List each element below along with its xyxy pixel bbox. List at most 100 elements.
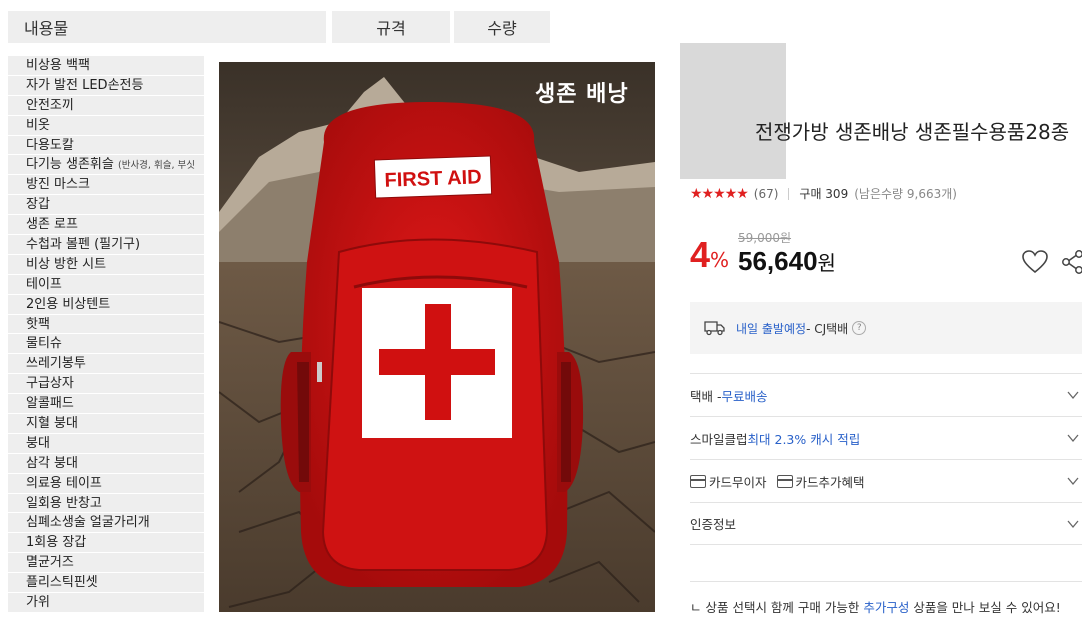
smileclub-label: 스마일클럽 <box>690 431 748 447</box>
list-item: 수첩과 볼펜 (필기구) <box>8 235 204 255</box>
table-header-content: 내용물 <box>8 11 326 43</box>
shipping-value: 무료배송 <box>721 388 768 404</box>
review-count[interactable]: (67) <box>754 187 779 201</box>
list-item: 붕대 <box>8 433 204 454</box>
list-item-sublabel: (반사경, 휘슬, 부싯 <box>118 160 195 172</box>
list-item: 쓰레기봉투 <box>8 354 204 375</box>
list-item-label: 다기능 생존휘슬 <box>26 157 114 173</box>
list-item-label: 2인용 비상텐트 <box>26 296 111 312</box>
list-item-label: 가위 <box>26 595 50 611</box>
list-item-label: 비옷 <box>26 117 50 133</box>
addon-suffix: 상품을 만나 보실 수 있어요! <box>909 600 1061 615</box>
delivery-carrier: - CJ택배 <box>806 321 849 336</box>
delivery-schedule: 내일 출발예정 <box>736 321 807 336</box>
list-item: 방진 마스크 <box>8 175 204 196</box>
shipping-label: 택배 - <box>690 388 722 404</box>
list-item-label: 물티슈 <box>26 336 62 352</box>
list-item-label: 핫팩 <box>26 316 50 332</box>
list-item-label: 수첩과 볼펜 (필기구) <box>26 237 141 253</box>
list-item-label: 방진 마스크 <box>26 177 90 193</box>
list-item-label: 쓰레기봉투 <box>26 356 86 372</box>
addon-prefix: ㄴ 상품 선택시 함께 구매 가능한 <box>690 600 864 615</box>
list-item: 지혈 붕대 <box>8 414 204 434</box>
list-item-label: 1회용 장갑 <box>26 535 87 551</box>
card-extra-benefit[interactable]: 카드추가혜택 <box>796 472 865 491</box>
delivery-info: 내일 출발예정 - CJ택배 ? <box>690 302 1082 354</box>
list-item: 생존 로프 <box>8 215 204 236</box>
sale-price-value: 56,640 <box>738 246 818 276</box>
list-item: 일회용 반창고 <box>8 493 204 514</box>
list-item-label: 심폐소생술 얼굴가리개 <box>26 515 150 531</box>
list-item: 핫팩 <box>8 314 204 335</box>
list-item-label: 붕대 <box>26 435 50 451</box>
list-item-label: 자가 발전 LED손전등 <box>26 77 144 93</box>
addon-notice: ㄴ 상품 선택시 함께 구매 가능한 추가구성 상품을 만나 보실 수 있어요! <box>690 597 1061 616</box>
list-item-label: 비상용 백팩 <box>26 58 90 73</box>
list-item: 물티슈 <box>8 334 204 355</box>
smileclub-row[interactable]: 스마일클럽 최대 2.3% 캐시 적립 <box>690 416 1082 459</box>
list-item: 구급상자 <box>8 374 204 395</box>
discount-rate: 4% <box>690 234 729 276</box>
certification-label: 인증정보 <box>690 517 737 532</box>
backpack-illustration: FIRST AID <box>219 62 655 612</box>
list-item: 심폐소생술 얼굴가리개 <box>8 513 204 534</box>
list-item: 안전조끼 <box>8 95 204 116</box>
list-item-label: 다용도칼 <box>26 137 74 153</box>
list-item-label: 삼각 붕대 <box>26 455 78 471</box>
share-icon[interactable] <box>1060 248 1082 276</box>
list-item: 멸균거즈 <box>8 553 204 574</box>
chevron-down-icon[interactable] <box>1066 388 1080 402</box>
sale-price: 56,640원 <box>738 246 836 277</box>
list-item: 의료용 테이프 <box>8 473 204 494</box>
list-item-label: 비상 방한 시트 <box>26 256 107 272</box>
chevron-down-icon[interactable] <box>1066 517 1080 531</box>
list-item: 1회용 장갑 <box>8 533 204 554</box>
list-item: 비옷 <box>8 115 204 136</box>
certification-row[interactable]: 인증정보 <box>690 502 1082 545</box>
shipping-row[interactable]: 택배 - 무료배송 <box>690 373 1082 416</box>
card-icon <box>690 474 706 488</box>
list-item: 장갑 <box>8 195 204 216</box>
addon-link[interactable]: 추가구성 <box>863 600 909 615</box>
table-header-quantity: 수량 <box>454 11 550 43</box>
discount-unit: % <box>710 248 730 272</box>
help-icon[interactable]: ? <box>852 321 867 335</box>
card-interest-free[interactable]: 카드무이자 <box>709 472 767 491</box>
truck-icon <box>704 321 725 336</box>
list-item: 다용도칼 <box>8 135 204 156</box>
list-item: 비상용 백팩 <box>8 56 204 76</box>
list-item: 삼각 붕대 <box>8 453 204 474</box>
list-item-label: 의료용 테이프 <box>26 475 102 491</box>
smileclub-value: 최대 2.3% 캐시 적립 <box>747 431 861 447</box>
heart-icon[interactable] <box>1021 248 1049 276</box>
product-title: 전쟁가방 생존배낭 생존필수용품28종 <box>755 120 1070 144</box>
rating-stars-icon: ★★★★★ <box>690 185 749 202</box>
list-item: 가위 <box>8 593 204 613</box>
product-image[interactable]: FIRST AID <box>219 62 655 612</box>
list-item-label: 멸균거즈 <box>26 555 74 571</box>
chevron-down-icon[interactable] <box>1066 474 1080 488</box>
remaining-stock: (남은수량 9,663개) <box>854 187 957 201</box>
list-item: 테이프 <box>8 274 204 295</box>
list-item-label: 생존 로프 <box>26 217 78 233</box>
contents-list: 비상용 백팩자가 발전 LED손전등안전조끼 비옷다용도칼다기능 생존휘슬 (반사… <box>8 56 204 613</box>
list-item: 비상 방한 시트 <box>8 254 204 275</box>
list-item: 알콜패드 <box>8 394 204 415</box>
divider <box>788 187 790 200</box>
list-item-label: 장갑 <box>26 197 50 213</box>
original-price: 59,000원 <box>738 231 792 245</box>
first-aid-patch-text: FIRST AID <box>384 166 482 191</box>
image-caption: 생존 배낭 <box>535 82 629 107</box>
list-item: 자가 발전 LED손전등 <box>8 75 204 96</box>
rating-row: ★★★★★ (67) 구매 309 (남은수량 9,663개) <box>690 185 957 202</box>
table-header-spec: 규격 <box>332 11 450 43</box>
list-item: 다기능 생존휘슬 (반사경, 휘슬, 부싯 <box>8 155 204 176</box>
thumbnail-placeholder <box>680 43 786 179</box>
list-item: 플리스틱핀셋 <box>8 573 204 594</box>
list-item-label: 플리스틱핀셋 <box>26 575 98 591</box>
chevron-down-icon[interactable] <box>1066 431 1080 445</box>
purchase-count: 구매 309 <box>799 187 849 201</box>
card-benefit-row[interactable]: 카드무이자 카드추가혜택 <box>690 459 1082 502</box>
list-item-label: 구급상자 <box>26 376 74 392</box>
list-item-label: 지혈 붕대 <box>26 416 78 432</box>
